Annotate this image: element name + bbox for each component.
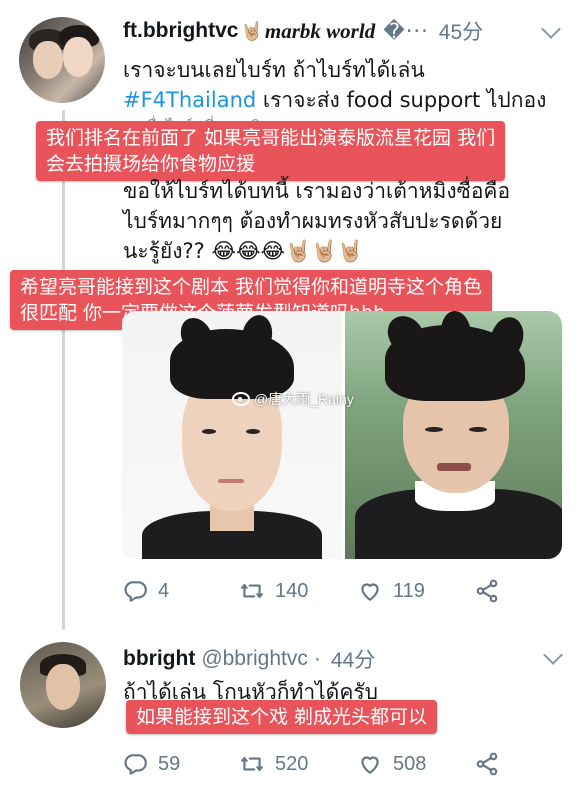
- avatar[interactable]: [19, 17, 105, 103]
- reply-icon: [122, 751, 158, 777]
- display-name[interactable]: ft.bbrightvc: [123, 19, 239, 43]
- reply-icon: [122, 578, 158, 604]
- photo-hair-spike: [441, 311, 471, 355]
- share-button[interactable]: [474, 751, 510, 777]
- reply-count: 4: [158, 579, 170, 602]
- like-count: 508: [393, 752, 427, 775]
- display-name-extra[interactable]: marbk world: [265, 19, 375, 44]
- share-icon: [474, 578, 510, 604]
- timestamp[interactable]: 45分: [439, 16, 483, 46]
- translation-line: 我们排名在前面了 如果亮哥能出演泰版流星花园 我们: [46, 127, 496, 149]
- tweet-text-line: ไบร์ทมากๆๆ ต้องทำผมทรงหัวสับปะรดด้วย: [123, 209, 503, 233]
- photo-eye: [246, 429, 260, 434]
- retweet-count: 520: [275, 752, 309, 775]
- media-photos[interactable]: [122, 311, 562, 559]
- thread-connector-line: [62, 110, 65, 630]
- photo-right[interactable]: [342, 311, 562, 559]
- rock-hand-emoji: 🤘🏼🤘🏼🤘🏼: [285, 239, 364, 263]
- retweet-button[interactable]: 520: [239, 751, 357, 777]
- translation-overlay: 如果能接到这个戏 剃成光头都可以: [126, 700, 438, 734]
- share-icon: [474, 751, 510, 777]
- share-button[interactable]: [474, 578, 510, 604]
- like-icon: [357, 578, 393, 604]
- avatar-face: [46, 664, 80, 710]
- like-button[interactable]: 119: [357, 578, 474, 604]
- tweet-text-line: นะรู้ยัง?? 😂😂😂🤘🏼🤘🏼🤘🏼: [123, 236, 364, 266]
- avatar-face: [63, 37, 93, 77]
- avatar-face: [33, 41, 63, 79]
- weibo-logo-icon: [232, 392, 250, 406]
- rock-hand-emoji: 🤘🏼: [240, 20, 263, 42]
- weibo-watermark: @唐大雨_Rainy: [232, 389, 354, 409]
- photo-mouth: [437, 463, 471, 471]
- like-count: 119: [393, 579, 425, 602]
- retweet-button[interactable]: 140: [239, 578, 357, 604]
- tweet-actions: 4 140 119: [122, 578, 510, 604]
- like-icon: [357, 751, 393, 777]
- photo-eye: [202, 429, 216, 434]
- tweet-header: ft.bbrightvc 🤘🏼 marbk world �··· 45分: [123, 16, 483, 46]
- laughing-emoji: 😂😂😂: [211, 239, 286, 263]
- reply-button[interactable]: 59: [122, 751, 239, 777]
- translation-line: 会去拍摄场给你食物应援: [46, 153, 256, 175]
- display-name[interactable]: bbright: [123, 647, 195, 671]
- retweet-icon: [239, 751, 275, 777]
- user-handle[interactable]: @bbrightvc: [201, 647, 308, 671]
- retweet-count: 140: [275, 579, 309, 602]
- photo-mouth: [218, 479, 244, 483]
- watermark-text: @唐大雨_Rainy: [254, 391, 354, 407]
- tweet-text-segment: นะรู้ยัง??: [123, 239, 205, 263]
- chevron-down-icon[interactable]: [541, 19, 561, 39]
- tweet-text-line: เราจะบนเลยไบร์ท ถ้าไบร์ทได้เล่น: [123, 58, 425, 82]
- tweet-actions: 59 520 508: [122, 751, 510, 777]
- avatar[interactable]: [20, 642, 106, 728]
- photo-eye: [469, 427, 487, 432]
- tweet-header: bbright @bbrightvc · 44分: [123, 644, 375, 674]
- tweet-text-segment: เราจะส่ง food support ไปกอง: [256, 88, 547, 112]
- reply-count: 59: [158, 752, 181, 775]
- tweet-text-line: ขอให้ไบร์ทได้บทนี้ เรามองว่าเต้าหมิงซื่อ…: [123, 179, 511, 203]
- reply-button[interactable]: 4: [122, 578, 239, 604]
- timestamp[interactable]: 44分: [331, 644, 375, 674]
- photo-eye: [425, 427, 443, 432]
- hashtag-link[interactable]: #F4Thailand: [123, 88, 256, 112]
- truncation-dots: �···: [383, 19, 429, 43]
- photo-left[interactable]: [122, 311, 342, 559]
- retweet-icon: [239, 578, 275, 604]
- tweet-text-line: #F4Thailand เราจะส่ง food support ไปกอง: [123, 85, 546, 115]
- translation-line: 希望亮哥能接到这个剧本 我们觉得你和道明寺这个角色: [20, 276, 483, 298]
- separator-dot: ·: [313, 647, 321, 670]
- translation-overlay: 我们排名在前面了 如果亮哥能出演泰版流星花园 我们 会去拍摄场给你食物应援: [36, 121, 506, 181]
- chevron-down-icon[interactable]: [543, 645, 563, 665]
- like-button[interactable]: 508: [357, 751, 474, 777]
